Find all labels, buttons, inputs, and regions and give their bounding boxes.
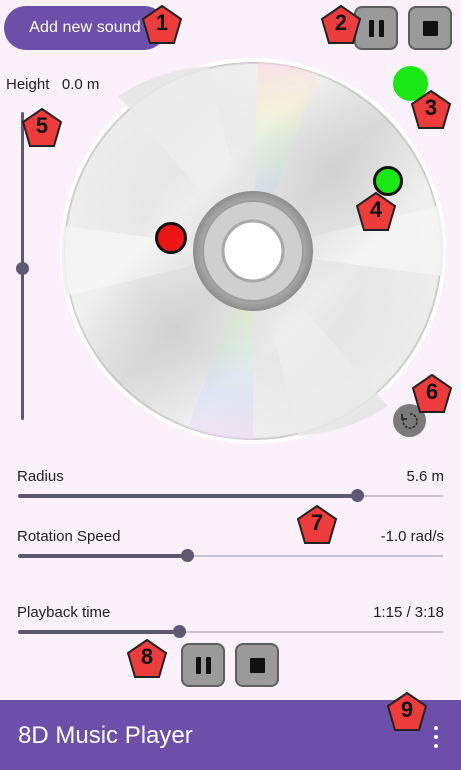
radius-value: 5.6 m — [406, 468, 444, 485]
pause-icon — [195, 656, 211, 674]
annotation-badge-6: 6 — [410, 372, 454, 416]
annotation-badge-7: 7 — [295, 503, 339, 547]
annotation-badge-3: 3 — [409, 88, 453, 132]
player-stop-button[interactable] — [235, 643, 279, 687]
more-vert-icon[interactable] — [430, 726, 442, 748]
rotation-speed-slider-fill — [18, 554, 188, 558]
annotation-badge-1: 1 — [140, 3, 184, 47]
pause-icon — [368, 19, 384, 37]
playback-slider-thumb[interactable] — [173, 625, 186, 638]
rotation-speed-slider-thumb[interactable] — [181, 549, 194, 562]
playback-time-label: Playback time — [17, 604, 111, 621]
playback-slider-fill — [18, 630, 180, 634]
cd-disc-image — [60, 58, 446, 444]
annotation-badge-8: 8 — [125, 637, 169, 681]
annotation-badge-4: 4 — [354, 190, 398, 234]
sound-source-dot[interactable] — [155, 222, 187, 254]
radius-label: Radius — [17, 468, 64, 485]
height-slider-thumb[interactable] — [16, 262, 29, 275]
height-label: Height — [6, 76, 50, 93]
radius-slider-fill — [18, 494, 358, 498]
radius-slider-thumb[interactable] — [351, 489, 364, 502]
stop-icon — [422, 20, 438, 36]
add-new-sound-label: Add new sound — [29, 19, 141, 36]
rotation-speed-label: Rotation Speed — [17, 528, 121, 545]
annotation-badge-5: 5 — [20, 106, 64, 150]
player-pause-button[interactable] — [181, 643, 225, 687]
annotation-badge-2: 2 — [319, 3, 363, 47]
top-stop-button[interactable] — [408, 6, 452, 50]
annotation-badge-9: 9 — [385, 690, 429, 734]
playback-time-value: 1:15 / 3:18 — [373, 604, 444, 621]
stop-icon — [249, 657, 265, 673]
app-title: 8D Music Player — [18, 722, 193, 749]
